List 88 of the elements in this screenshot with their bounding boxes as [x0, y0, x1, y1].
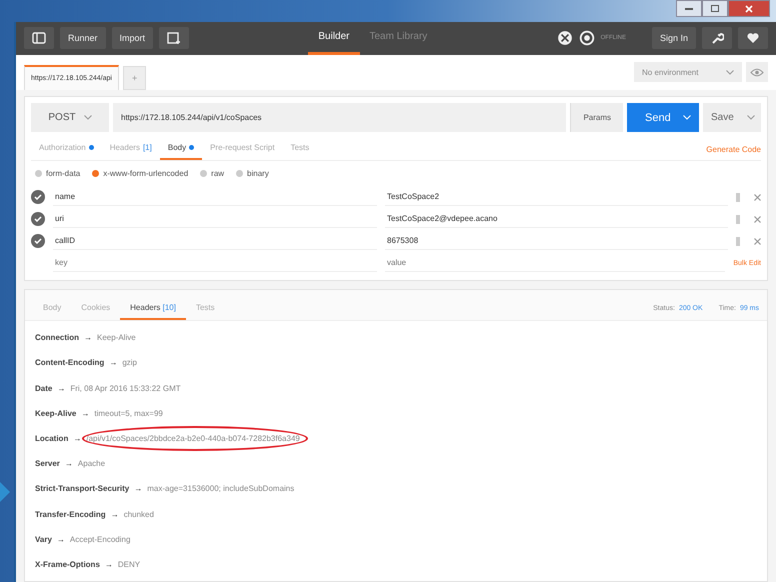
header-name: Strict-Transport-Security	[35, 484, 130, 494]
header-name: Keep-Alive	[35, 408, 76, 418]
header-value: timeout=5, max=99	[94, 408, 163, 418]
header-name: Transfer-Encoding	[35, 510, 106, 519]
header-name: Server	[35, 459, 60, 468]
arrow-text: →	[81, 408, 90, 418]
header-value: Accept-Encoding	[70, 534, 130, 544]
param-key[interactable]: name	[53, 188, 377, 206]
pointer-arrow-icon	[0, 482, 10, 502]
arrow-text: →	[56, 534, 65, 544]
chevron-icon	[683, 115, 691, 120]
arrow-text: →	[64, 459, 73, 468]
check-icon	[34, 194, 42, 200]
chevron-icon	[747, 115, 755, 120]
header-name: Content-Encoding	[35, 358, 104, 368]
arrow-text: →	[57, 384, 66, 393]
header-name: Location	[35, 434, 68, 443]
header-value: Fri, 08 Apr 2016 15:33:22 GMT	[70, 384, 181, 393]
header-value: DENY	[118, 560, 140, 569]
radio-button[interactable]	[200, 170, 208, 178]
checkbox[interactable]	[31, 190, 45, 204]
minimize-icon	[685, 7, 693, 10]
header-value: gzip	[122, 358, 138, 368]
param-value[interactable]: TestCoSpace2	[385, 188, 728, 206]
request-section-tab[interactable]: Body	[160, 143, 202, 160]
header-name: Date	[35, 384, 52, 393]
heart-icon[interactable]	[746, 31, 760, 46]
response-tab[interactable]: Headers [10]	[120, 303, 186, 320]
sidebar-icon[interactable]	[32, 31, 46, 46]
sign-in-button[interactable]: Sign In	[652, 27, 696, 50]
sidebar-toggle-button[interactable]	[24, 27, 54, 50]
checkbox[interactable]	[31, 234, 45, 248]
radio-label: x-www-form-urlencoded	[103, 169, 188, 178]
header-name: Connection	[35, 333, 79, 342]
url-field[interactable]: https://172.18.105.244/api/v1/coSpaces	[113, 103, 566, 132]
param-value[interactable]: TestCoSpace2@vdepee.acano	[385, 210, 728, 228]
new-window-button[interactable]	[159, 27, 190, 50]
checkbox[interactable]	[31, 212, 45, 226]
arrow-text: →	[84, 333, 92, 342]
favorite-button[interactable]	[738, 27, 768, 50]
header-name: Vary	[35, 534, 52, 544]
send-button[interactable]: Send	[627, 103, 699, 132]
save-button[interactable]: Save	[703, 103, 761, 132]
radio-label: binary	[247, 169, 269, 178]
arrow-text: →	[73, 434, 82, 443]
toolbar-button[interactable]: Runner	[60, 27, 106, 50]
header-value: /api/v1/coSpaces/2bbdce2a-b2e0-440a-b074-7282b3f6a349	[86, 434, 300, 443]
close-icon	[745, 4, 753, 12]
request-section-tab[interactable]: Headers [1]	[102, 143, 160, 160]
toolbar-button[interactable]: Import	[112, 27, 154, 50]
method-dropdown[interactable]: POST	[31, 103, 109, 132]
chevron-icon	[726, 70, 734, 75]
radio-label: form-data	[46, 169, 80, 178]
radio-label: raw	[211, 169, 224, 178]
header-value: max-age=31536000; includeSubDomains	[147, 484, 294, 494]
arrow-text: →	[110, 510, 119, 519]
eye-icon	[750, 68, 764, 77]
delete-icon[interactable]	[754, 238, 761, 245]
arrow-text: →	[104, 560, 113, 569]
sync-icon[interactable]	[578, 30, 595, 46]
delete-icon[interactable]	[754, 216, 761, 223]
check-icon	[34, 238, 42, 244]
new-window-icon[interactable]	[167, 31, 182, 46]
close-button[interactable]	[728, 0, 770, 17]
param-key[interactable]: uri	[53, 210, 377, 228]
value-field[interactable]: value	[387, 258, 724, 268]
wrench-icon[interactable]	[710, 31, 724, 46]
maximize-icon	[711, 5, 719, 12]
arrow-text: →	[134, 484, 142, 494]
minimize-button[interactable]	[676, 0, 702, 17]
arrow-text: →	[109, 358, 118, 368]
header-name: X-Frame-Options	[35, 560, 100, 569]
param-key[interactable]: callID	[53, 232, 377, 250]
settings-button[interactable]	[702, 27, 732, 50]
param-value[interactable]: 8675308	[385, 232, 728, 250]
radio-button[interactable]	[92, 170, 100, 178]
maximize-button[interactable]	[702, 0, 728, 17]
header-value: Apache	[78, 459, 106, 468]
check-icon	[34, 216, 42, 222]
params-button[interactable]: Params	[570, 103, 623, 132]
chevron-icon	[84, 115, 92, 120]
delete-icon[interactable]	[754, 194, 761, 201]
header-value: chunked	[124, 510, 154, 519]
preview-button[interactable]	[746, 62, 768, 82]
radio-button[interactable]	[35, 170, 42, 178]
header-value: Keep-Alive	[97, 333, 136, 342]
key-field[interactable]: key	[55, 258, 375, 268]
radio-button[interactable]	[236, 170, 244, 178]
